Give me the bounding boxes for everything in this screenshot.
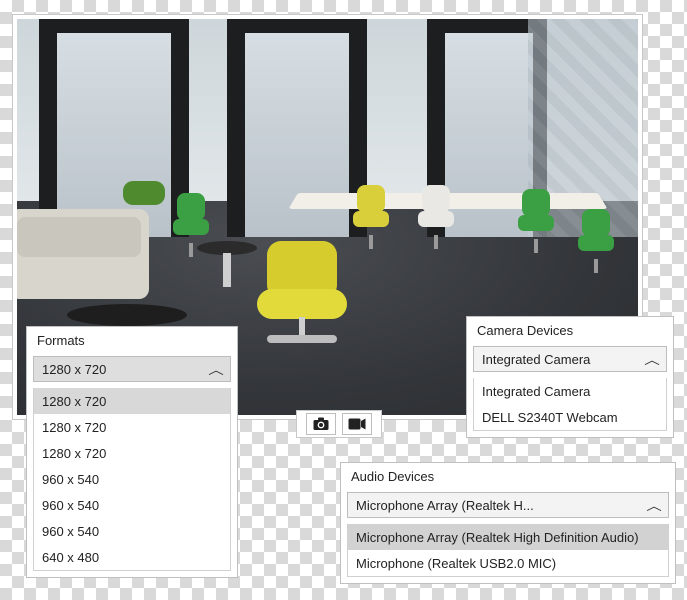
camera-combo[interactable]: Integrated Camera ︿	[473, 346, 667, 372]
camera-devices-title: Camera Devices	[467, 317, 673, 342]
chevron-up-icon: ︿	[644, 351, 660, 368]
record-video-button[interactable]	[342, 413, 372, 435]
formats-combo-value: 1280 x 720	[42, 362, 106, 377]
take-photo-button[interactable]	[306, 413, 336, 435]
capture-toolbar	[296, 410, 382, 438]
audio-option[interactable]: Microphone Array (Realtek High Definitio…	[348, 524, 668, 550]
formats-list: 1280 x 720 1280 x 720 1280 x 720 960 x 5…	[33, 388, 231, 571]
formats-title: Formats	[27, 327, 237, 352]
camera-devices-panel: Camera Devices Integrated Camera ︿ Integ…	[466, 316, 674, 438]
formats-panel: Formats 1280 x 720 ︿ 1280 x 720 1280 x 7…	[26, 326, 238, 578]
camera-option[interactable]: DELL S2340T Webcam	[474, 404, 666, 430]
audio-combo-value: Microphone Array (Realtek H...	[356, 498, 534, 513]
formats-option[interactable]: 1280 x 720	[34, 414, 230, 440]
formats-option[interactable]: 960 x 540	[34, 518, 230, 544]
formats-option[interactable]: 960 x 540	[34, 492, 230, 518]
formats-option[interactable]: 1280 x 720	[34, 388, 230, 414]
chevron-up-icon: ︿	[208, 361, 224, 378]
audio-devices-panel: Audio Devices Microphone Array (Realtek …	[340, 462, 676, 584]
camera-list: Integrated Camera DELL S2340T Webcam	[473, 378, 667, 431]
formats-option[interactable]: 1280 x 720	[34, 440, 230, 466]
audio-devices-title: Audio Devices	[341, 463, 675, 488]
formats-combo[interactable]: 1280 x 720 ︿	[33, 356, 231, 382]
audio-list: Microphone Array (Realtek High Definitio…	[347, 524, 669, 577]
video-icon	[348, 418, 366, 430]
audio-combo[interactable]: Microphone Array (Realtek H... ︿	[347, 492, 669, 518]
camera-icon	[313, 417, 329, 431]
formats-option[interactable]: 960 x 540	[34, 466, 230, 492]
chevron-up-icon: ︿	[646, 497, 662, 514]
formats-option[interactable]: 640 x 480	[34, 544, 230, 570]
camera-combo-value: Integrated Camera	[482, 352, 590, 367]
camera-option[interactable]: Integrated Camera	[474, 378, 666, 404]
audio-option[interactable]: Microphone (Realtek USB2.0 MIC)	[348, 550, 668, 576]
